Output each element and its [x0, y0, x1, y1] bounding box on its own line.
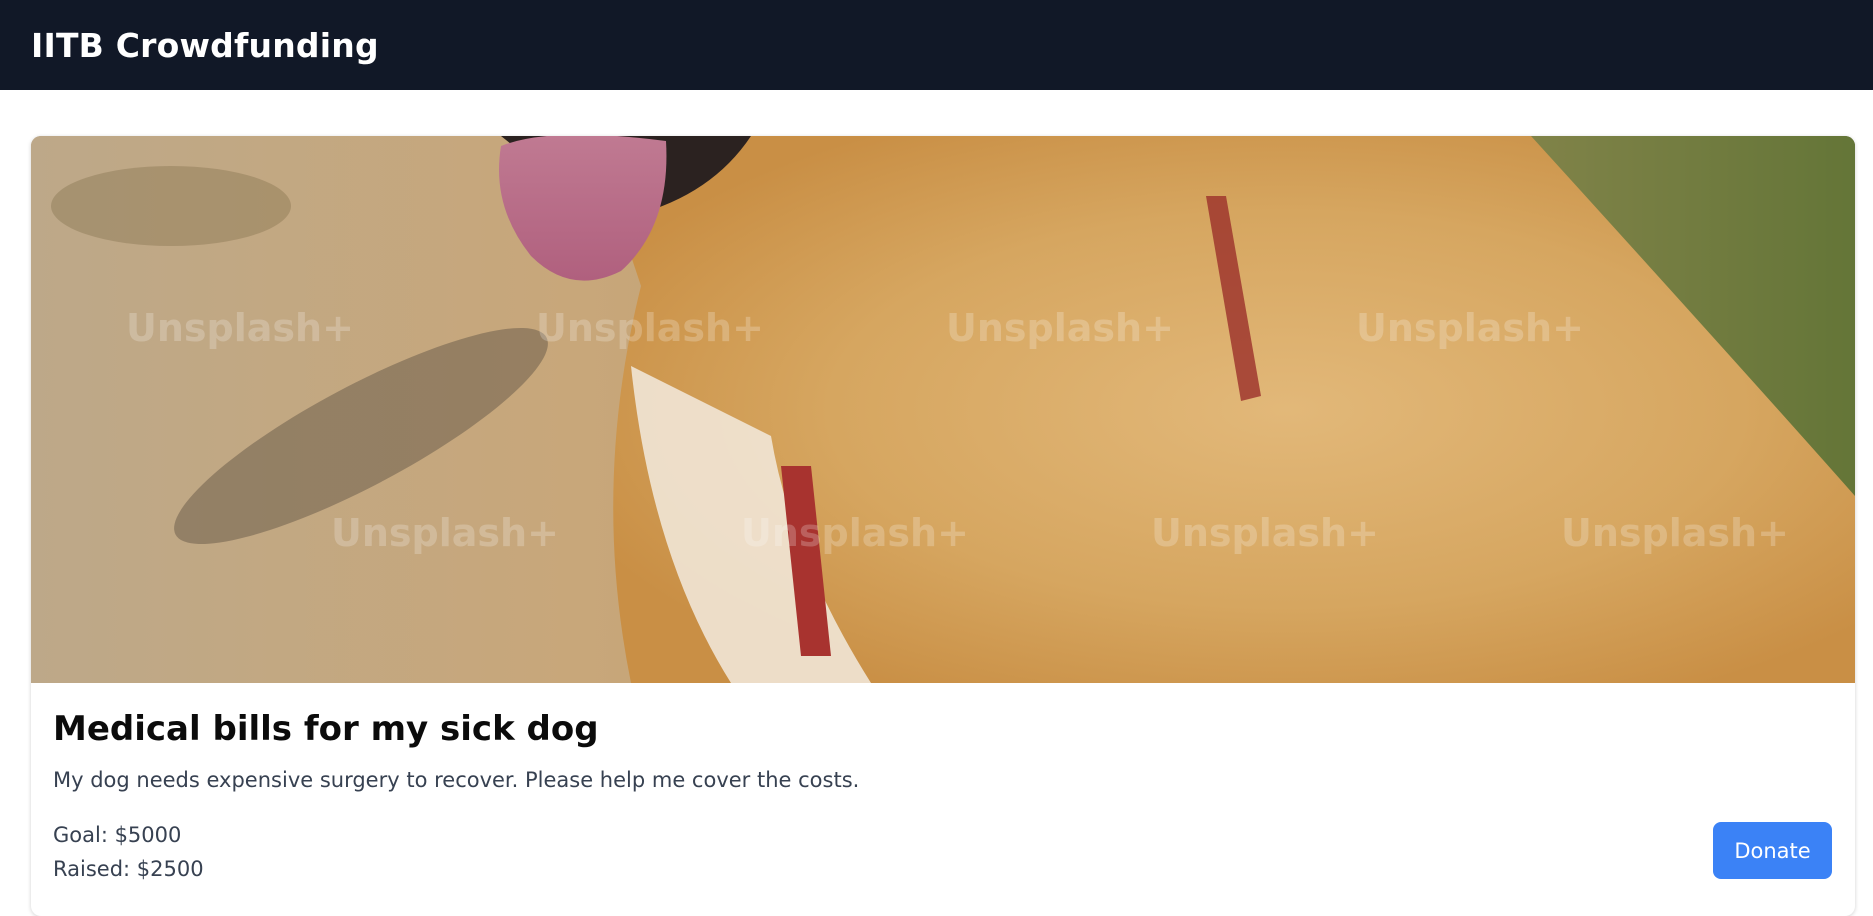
watermark-text: Unsplash+	[536, 306, 764, 350]
watermark-text: Unsplash+	[1561, 511, 1789, 555]
campaign-description: My dog needs expensive surgery to recove…	[53, 768, 860, 793]
goal-amount: Goal: $5000	[53, 823, 182, 848]
watermark-text: Unsplash+	[946, 306, 1174, 350]
watermark-text: Unsplash+	[331, 511, 559, 555]
donate-button[interactable]: Donate	[1713, 822, 1832, 879]
campaign-details: Medical bills for my sick dog My dog nee…	[31, 683, 1855, 886]
watermark-text: Unsplash+	[741, 511, 969, 555]
brand-title[interactable]: IITB Crowdfunding	[31, 26, 379, 65]
watermark-text: Unsplash+	[126, 306, 354, 350]
campaign-title: Medical bills for my sick dog	[53, 709, 599, 749]
watermark-text: Unsplash+	[1356, 306, 1584, 350]
campaign-stats: Goal: $5000 Raised: $2500	[53, 818, 1831, 886]
raised-amount: Raised: $2500	[53, 857, 204, 882]
navbar: IITB Crowdfunding	[0, 0, 1873, 90]
campaign-card: Unsplash+ Unsplash+ Unsplash+ Unsplash+ …	[31, 136, 1855, 916]
watermark-text: Unsplash+	[1151, 511, 1379, 555]
campaign-image: Unsplash+ Unsplash+ Unsplash+ Unsplash+ …	[31, 136, 1855, 683]
